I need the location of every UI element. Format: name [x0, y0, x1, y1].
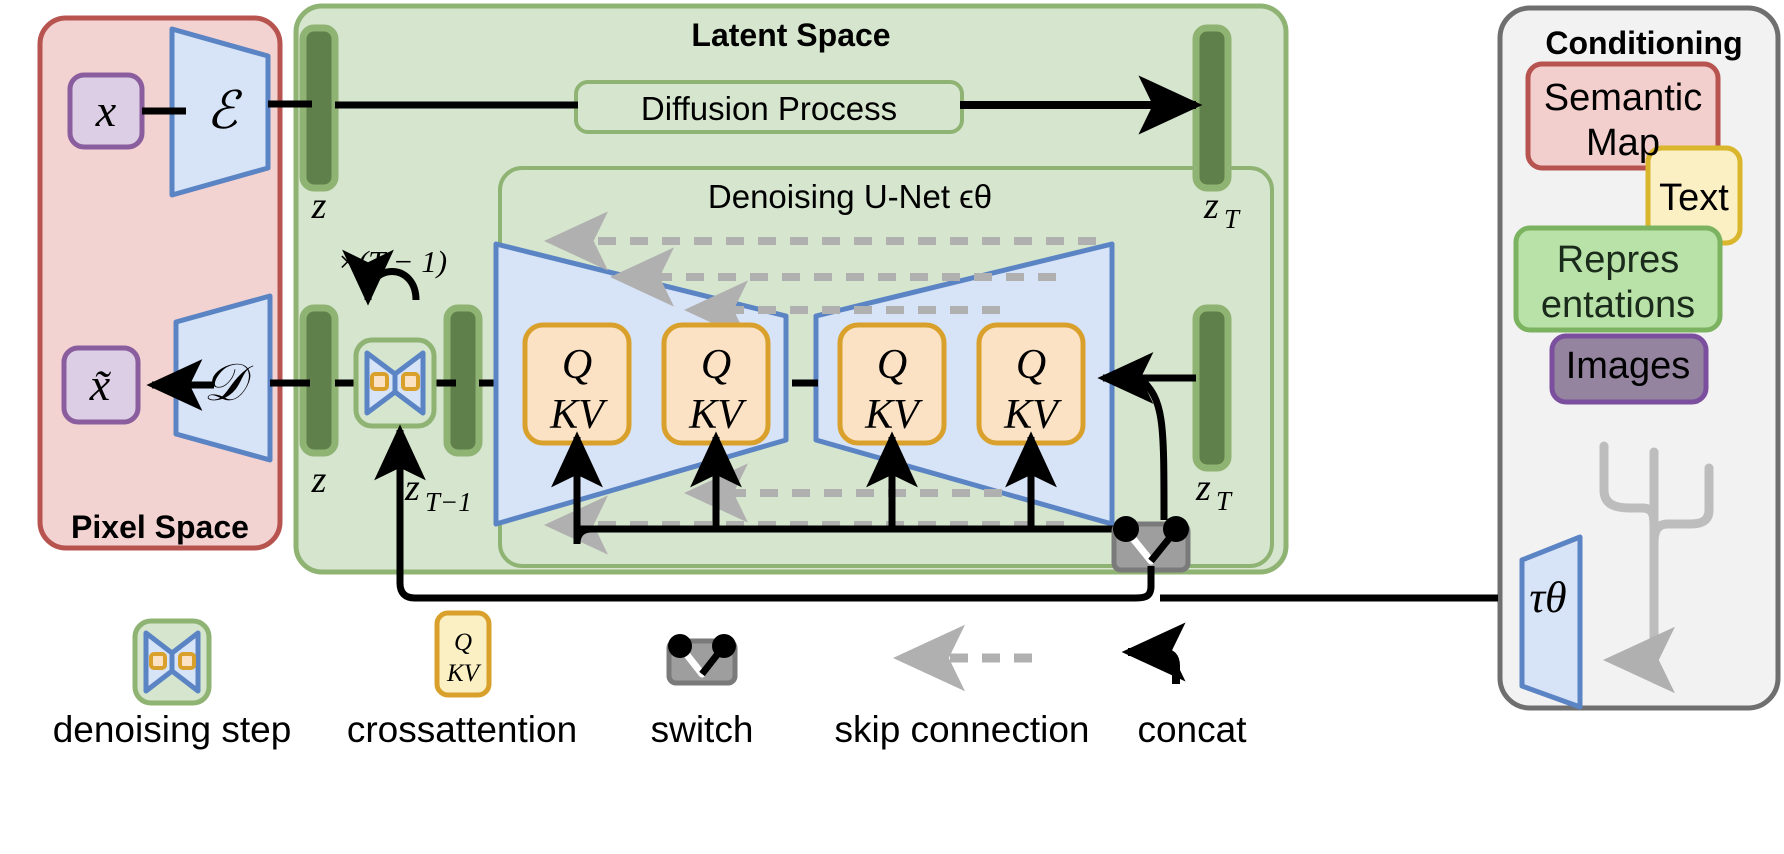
- svg-text:Q: Q: [454, 629, 472, 656]
- svg-text:Repres: Repres: [1557, 239, 1680, 281]
- pixel-space-title: Pixel Space: [71, 509, 249, 545]
- figure-root: Latent Space Pixel Space Conditioning Di…: [0, 0, 1784, 854]
- tau-theta-label: τθ: [1529, 573, 1566, 622]
- conditioning-label-images: Images: [1566, 345, 1691, 387]
- switch-icon[interactable]: [1111, 516, 1191, 573]
- latent-bar-zT-bottom: [1192, 304, 1232, 472]
- svg-text:Q: Q: [562, 342, 592, 388]
- svg-text:KV: KV: [446, 660, 482, 687]
- legend-label-skip-connection: skip connection: [834, 709, 1089, 750]
- z-label-bottom: z: [311, 459, 327, 501]
- svg-text:Q: Q: [701, 342, 731, 388]
- svg-text:Semantic: Semantic: [1544, 77, 1702, 119]
- diffusion-process-label: Diffusion Process: [641, 90, 897, 127]
- svg-text:z: z: [404, 467, 420, 509]
- svg-text:KV: KV: [864, 392, 923, 438]
- svg-text:KV: KV: [1003, 392, 1062, 438]
- latent-bar-z-top: [299, 24, 339, 192]
- svg-text:Q: Q: [877, 342, 907, 388]
- svg-text:Map: Map: [1586, 122, 1660, 164]
- svg-text:entations: entations: [1541, 284, 1695, 326]
- denoising-step-icon: [353, 337, 437, 429]
- svg-text:Q: Q: [1016, 342, 1046, 388]
- svg-text:KV: KV: [549, 392, 608, 438]
- legend-label-concat: concat: [1137, 709, 1247, 750]
- output-image-label: x̃: [89, 359, 112, 410]
- latent-space-title: Latent Space: [691, 17, 890, 53]
- legend-label-denoising-step: denoising step: [53, 709, 292, 750]
- loop-count-label: ×(T − 1): [337, 244, 447, 279]
- svg-text:z: z: [1203, 185, 1219, 227]
- svg-text:z: z: [1195, 467, 1211, 509]
- legend-switch-icon: [666, 634, 738, 686]
- input-image-label: x: [95, 85, 117, 136]
- svg-text:T: T: [1224, 204, 1241, 234]
- legend-label-crossattention: crossattention: [347, 709, 577, 750]
- latent-bar-zT-top: [1192, 24, 1232, 192]
- svg-text:T−1: T−1: [425, 487, 472, 517]
- latent-diffusion-diagram: Latent Space Pixel Space Conditioning Di…: [37, 3, 1781, 750]
- unet-title: Denoising U-Net ϵθ: [708, 178, 992, 215]
- legend-label-switch: switch: [651, 709, 754, 750]
- z-label-top: z: [311, 185, 327, 227]
- svg-text:KV: KV: [688, 392, 747, 438]
- legend-denoising-step-icon: [132, 618, 212, 706]
- conditioning-label-text: Text: [1659, 177, 1729, 219]
- legend-concat-icon: [1121, 622, 1186, 684]
- encoder-label: ℰ: [206, 83, 242, 140]
- svg-text:T: T: [1216, 486, 1233, 516]
- conditioning-title: Conditioning: [1545, 25, 1742, 61]
- tau-theta-trapezoid: [1519, 534, 1583, 710]
